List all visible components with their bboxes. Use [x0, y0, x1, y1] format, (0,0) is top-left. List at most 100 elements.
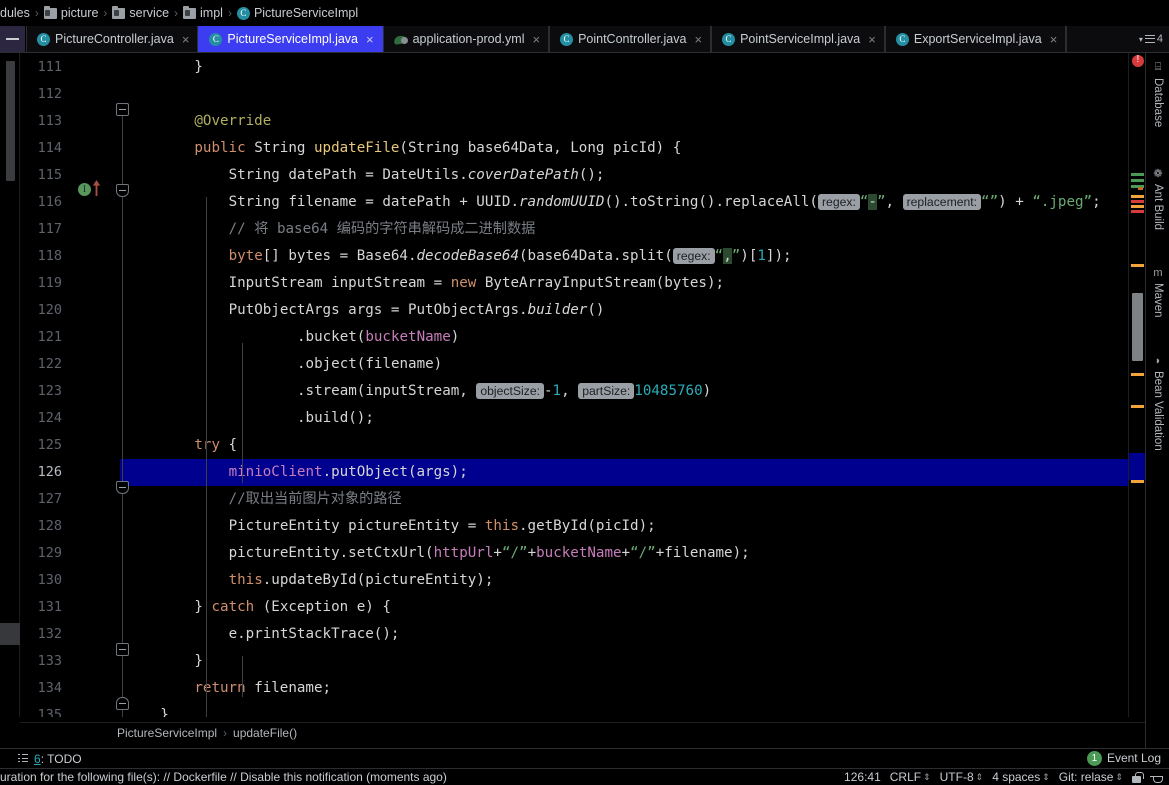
tool-window-label: Maven: [1152, 283, 1164, 318]
left-rail-scroll-thumb[interactable]: [6, 61, 15, 181]
tool-window-button-ant-build[interactable]: ❁ Ant Build: [1146, 163, 1169, 230]
code-line[interactable]: .stream(inputStream, objectSize: -1, part…: [126, 378, 711, 405]
breadcrumb-item-picture[interactable]: picture: [43, 5, 98, 20]
tool-window-button-database[interactable]: ⌸ Database: [1146, 57, 1169, 127]
warning-marker[interactable]: [1131, 405, 1144, 408]
code-line[interactable]: } catch (Exception e) {: [126, 594, 390, 621]
tool-window-button-maven[interactable]: m Maven: [1146, 263, 1169, 318]
editor-gutter[interactable]: 111 112 113 114 115 116 117 118 119 120 121 122 123 1…: [20, 53, 129, 717]
editor-marker-bar[interactable]: [1128, 53, 1146, 717]
breadcrumb-method[interactable]: updateFile(): [233, 726, 297, 740]
close-icon[interactable]: ×: [366, 32, 374, 47]
line-number: 119: [37, 275, 62, 291]
minimize-icon: [6, 38, 19, 40]
warning-marker[interactable]: [1131, 205, 1144, 208]
hide-tabs-button[interactable]: [0, 26, 26, 52]
code-line[interactable]: this.updateById(pictureEntity);: [126, 567, 494, 594]
class-icon: C: [37, 32, 50, 46]
close-icon[interactable]: ×: [694, 32, 702, 47]
intention-bulb-icon[interactable]: I: [78, 183, 91, 196]
warning-marker[interactable]: [1131, 373, 1144, 376]
tab-overflow-count: 4: [1156, 33, 1163, 45]
code-line[interactable]: public String updateFile(String base64Da…: [126, 135, 681, 162]
encoding-button[interactable]: UTF-8 ⇕: [940, 770, 984, 784]
code-token: .object(filename): [297, 356, 443, 372]
line-number: 111: [37, 59, 62, 75]
line-separator-button[interactable]: CRLF ⇕: [890, 770, 931, 784]
editor-tab-pointserviceimpl-java[interactable]: C PointServiceImpl.java ×: [711, 26, 885, 52]
code-token: return: [194, 680, 255, 696]
code-line[interactable]: PutObjectArgs args = PutObjectArgs.build…: [126, 297, 605, 324]
event-log-button[interactable]: 1 Event Log: [1086, 748, 1161, 768]
code-line[interactable]: @Override: [126, 108, 271, 135]
git-branch-button[interactable]: Git: relase ⇕: [1059, 770, 1123, 784]
tool-window-button-todo[interactable]: 6 : TODO: [34, 752, 82, 766]
code-line[interactable]: InputStream inputStream = new ByteArrayI…: [126, 270, 724, 297]
editor-tab-exportserviceimpl-java[interactable]: C ExportServiceImpl.java ×: [884, 26, 1067, 52]
code-line[interactable]: }: [126, 54, 203, 81]
line-number: 128: [37, 518, 62, 534]
parameter-hint: replacement:: [902, 194, 982, 210]
tab-overflow-button[interactable]: ▾ 4: [1139, 33, 1163, 45]
line-number: 117: [37, 221, 62, 237]
code-token: byte: [228, 248, 263, 264]
code-line[interactable]: }: [126, 702, 169, 717]
warning-marker[interactable]: [1131, 195, 1144, 198]
change-marker[interactable]: [1131, 173, 1144, 176]
close-icon[interactable]: ×: [182, 32, 190, 47]
code-token: ) +: [998, 194, 1033, 210]
line-number: 125: [37, 437, 62, 453]
code-token: String: [254, 140, 314, 156]
warning-marker[interactable]: [1131, 480, 1144, 483]
editor-tab-pictureserviceimpl-java[interactable]: C PictureServiceImpl.java ×: [198, 26, 383, 52]
editor-vertical-scrollbar-thumb[interactable]: [1132, 293, 1143, 361]
warning-marker[interactable]: [1138, 187, 1143, 190]
code-line[interactable]: .build();: [126, 405, 374, 432]
breadcrumb-item-pictureserviceimpl[interactable]: C PictureServiceImpl: [236, 6, 358, 20]
code-line[interactable]: pictureEntity.setCtxUrl(httpUrl+“/”+buck…: [126, 540, 750, 567]
code-line[interactable]: byte[] bytes = Base64.decodeBase64(base6…: [126, 243, 792, 270]
breadcrumb-class[interactable]: PictureServiceImpl: [117, 726, 217, 740]
line-number: 134: [37, 680, 62, 696]
change-marker[interactable]: [1131, 179, 1144, 182]
code-line[interactable]: return filename;: [126, 675, 331, 702]
code-line[interactable]: .object(filename): [126, 351, 442, 378]
code-token: updateFile: [313, 140, 400, 156]
code-line[interactable]: // 将 base64 编码的字符串解码成二进制数据: [126, 216, 536, 243]
breadcrumb-item-service[interactable]: service: [112, 5, 169, 20]
caret-position[interactable]: 126:41: [844, 770, 881, 784]
error-marker[interactable]: [1131, 200, 1144, 203]
indent-button[interactable]: 4 spaces ⇕: [992, 770, 1050, 784]
editor-tab-label: PointController.java: [578, 32, 687, 46]
list-icon: [1144, 34, 1155, 44]
breadcrumb-item-impl[interactable]: impl: [183, 5, 223, 20]
error-marker[interactable]: [1131, 210, 1144, 213]
breadcrumb-item-dules[interactable]: dules: [0, 6, 30, 20]
unlock-icon[interactable]: [1132, 771, 1144, 783]
code-line[interactable]: String filename = datePath + UUID.random…: [126, 189, 1101, 216]
warning-marker[interactable]: [1131, 264, 1144, 267]
editor-tab-picturecontroller-java[interactable]: C PictureController.java ×: [26, 26, 199, 52]
code-line[interactable]: }: [126, 648, 203, 675]
code-line[interactable]: //取出当前图片对象的路径: [126, 486, 402, 513]
editor-tab-pointcontroller-java[interactable]: C PointController.java ×: [549, 26, 712, 52]
code-line[interactable]: e.printStackTrace();: [126, 621, 400, 648]
overriding-method-icon[interactable]: [92, 180, 101, 196]
code-line[interactable]: try {: [126, 432, 237, 459]
close-icon[interactable]: ×: [868, 32, 876, 47]
status-message[interactable]: uration for the following file(s): // Do…: [0, 770, 844, 784]
code-editor[interactable]: 111 112 113 114 115 116 117 118 119 120 121 122 123 1…: [20, 53, 1128, 717]
error-marker-icon[interactable]: [1132, 54, 1144, 67]
code-line[interactable]: .bucket(bucketName): [126, 324, 459, 351]
breadcrumb-separator-icon: ›: [227, 6, 232, 20]
close-icon[interactable]: ×: [1050, 32, 1058, 47]
code-line[interactable]: String datePath = DateUtils.coverDatePat…: [126, 162, 605, 189]
close-icon[interactable]: ×: [532, 32, 540, 47]
tool-window-button-bean-validation[interactable]: ◗ Bean Validation: [1146, 351, 1169, 451]
line-separator-label: CRLF: [889, 770, 922, 784]
editor-tab-application-prod-yml[interactable]: application-prod.yml ×: [382, 26, 550, 52]
code-line[interactable]: minioClient.putObject(args);: [126, 459, 468, 486]
inspection-widget-icon[interactable]: [1150, 772, 1163, 783]
class-icon: C: [895, 32, 909, 46]
code-token: builder: [527, 302, 588, 318]
